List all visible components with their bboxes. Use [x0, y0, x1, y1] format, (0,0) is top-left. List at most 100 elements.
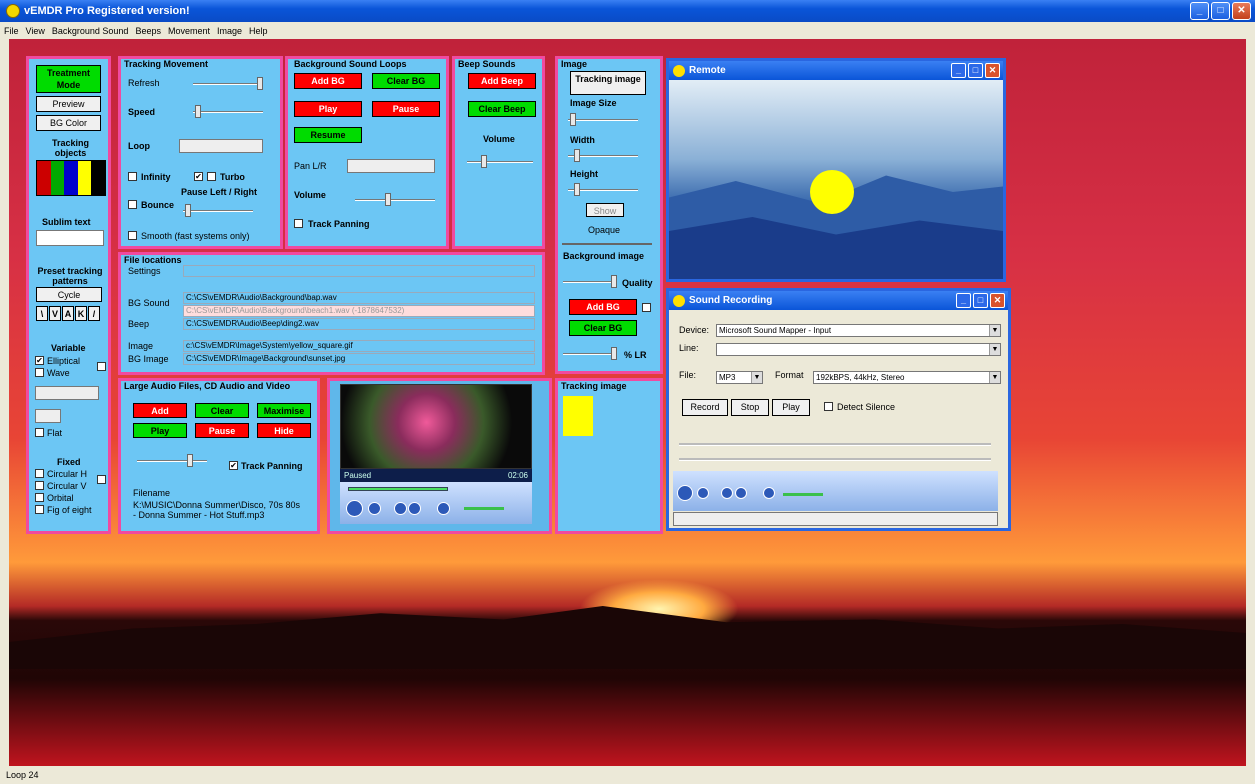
large-play-button[interactable]: Play — [133, 423, 187, 438]
menu-beeps[interactable]: Beeps — [135, 26, 161, 36]
bounce-checkbox[interactable] — [128, 200, 137, 209]
quality-slider[interactable] — [563, 275, 617, 288]
menu-background-sound[interactable]: Background Sound — [52, 26, 129, 36]
bg-image-checkbox[interactable] — [642, 303, 651, 312]
bg-sound-path-1[interactable]: C:\CS\vEMDR\Audio\Background\bap.wav — [183, 292, 535, 304]
remote-close-button[interactable]: ✕ — [985, 63, 1000, 78]
recording-prev-button[interactable] — [721, 487, 733, 499]
sound-minimize-button[interactable]: _ — [956, 293, 971, 308]
flat-scrollbar[interactable] — [35, 409, 61, 423]
pattern-button-v[interactable]: V — [49, 306, 61, 321]
recording-hscrollbar[interactable] — [673, 512, 998, 526]
menu-image[interactable]: Image — [217, 26, 242, 36]
pause-lr-slider[interactable] — [183, 204, 253, 217]
player-mute-button[interactable] — [437, 502, 450, 515]
sound-close-button[interactable]: ✕ — [990, 293, 1005, 308]
menu-movement[interactable]: Movement — [168, 26, 210, 36]
right-scrollbar[interactable] — [1246, 39, 1255, 766]
preview-button[interactable]: Preview — [36, 96, 101, 112]
pattern-button-slash[interactable]: / — [88, 306, 100, 321]
play-recording-button[interactable]: Play — [772, 399, 810, 416]
pan-lr-scrollbar[interactable] — [347, 159, 435, 173]
speed-slider[interactable] — [193, 105, 263, 118]
line-select[interactable]: ▼ — [716, 343, 1001, 356]
fixed-extra-checkbox[interactable] — [97, 475, 106, 484]
loop-scrollbar[interactable] — [179, 139, 263, 153]
large-clear-button[interactable]: Clear — [195, 403, 249, 418]
large-track-panning-checkbox[interactable]: ✔ — [229, 461, 238, 470]
turbo-checkbox-2[interactable] — [207, 172, 216, 181]
add-bg-image-button[interactable]: Add BG — [569, 299, 637, 315]
player-stop-button[interactable] — [368, 502, 381, 515]
device-select[interactable]: Microsoft Sound Mapper - Input ▼ — [716, 324, 1001, 337]
smooth-checkbox[interactable] — [128, 231, 137, 240]
recording-play-button[interactable] — [677, 485, 693, 501]
tracking-objects-grid[interactable] — [36, 160, 106, 196]
minimize-button[interactable]: _ — [1190, 2, 1209, 20]
recording-mute-button[interactable] — [763, 487, 775, 499]
recording-next-button[interactable] — [735, 487, 747, 499]
player-prev-button[interactable] — [394, 502, 407, 515]
lr-slider[interactable] — [563, 347, 617, 360]
player-volume-slider[interactable] — [464, 507, 504, 510]
image-size-slider[interactable] — [568, 113, 638, 126]
maximize-button[interactable]: □ — [1211, 2, 1230, 20]
menu-view[interactable]: View — [26, 26, 45, 36]
clear-bg-sound-button[interactable]: Clear BG — [372, 73, 440, 89]
menu-help[interactable]: Help — [249, 26, 268, 36]
elliptical-checkbox[interactable]: ✔ — [35, 356, 44, 365]
bg-color-button[interactable]: BG Color — [36, 115, 101, 131]
large-add-button[interactable]: Add — [133, 403, 187, 418]
left-scrollbar[interactable] — [0, 39, 9, 766]
orbital-checkbox[interactable] — [35, 493, 44, 502]
add-beep-button[interactable]: Add Beep — [468, 73, 536, 89]
height-slider[interactable] — [568, 183, 638, 196]
maximise-button[interactable]: Maximise — [257, 403, 311, 418]
show-button[interactable]: Show — [586, 203, 624, 217]
remote-minimize-button[interactable]: _ — [951, 63, 966, 78]
circular-v-checkbox[interactable] — [35, 481, 44, 490]
pattern-button-backslash[interactable]: \ — [36, 306, 48, 321]
player-seek-bar[interactable] — [348, 487, 448, 491]
detect-silence-checkbox[interactable] — [824, 402, 833, 411]
sublim-text-input[interactable] — [36, 230, 104, 246]
hide-button[interactable]: Hide — [257, 423, 311, 438]
wave-checkbox[interactable] — [35, 368, 44, 377]
bg-image-path[interactable]: C:\CS\vEMDR\Image\Background\sunset.jpg — [183, 353, 535, 365]
fig-of-eight-checkbox[interactable] — [35, 505, 44, 514]
width-slider[interactable] — [568, 149, 638, 162]
file-type-select[interactable]: MP3 ▼ — [716, 371, 763, 384]
player-play-button[interactable] — [346, 500, 363, 517]
infinity-checkbox[interactable] — [128, 172, 137, 181]
variable-scrollbar[interactable] — [35, 386, 99, 400]
variable-extra-checkbox[interactable] — [97, 362, 106, 371]
pattern-button-a[interactable]: A — [62, 306, 74, 321]
large-pause-button[interactable]: Pause — [195, 423, 249, 438]
clear-beep-button[interactable]: Clear Beep — [468, 101, 536, 117]
close-button[interactable]: ✕ — [1232, 2, 1251, 20]
large-volume-slider[interactable] — [137, 454, 207, 467]
settings-path[interactable] — [183, 265, 535, 277]
record-button[interactable]: Record — [682, 399, 728, 416]
format-select[interactable]: 192kBPS, 44kHz, Stereo ▼ — [813, 371, 1001, 384]
beep-path[interactable]: C:\CS\vEMDR\Audio\Beep\ding2.wav — [183, 318, 535, 330]
add-bg-sound-button[interactable]: Add BG — [294, 73, 362, 89]
stop-button[interactable]: Stop — [731, 399, 769, 416]
cycle-button[interactable]: Cycle — [36, 287, 102, 302]
player-next-button[interactable] — [408, 502, 421, 515]
clear-bg-image-button[interactable]: Clear BG — [569, 320, 637, 336]
treatment-mode-button[interactable]: Treatment Mode — [36, 65, 101, 93]
tracking-image-button[interactable]: Tracking image — [570, 71, 646, 95]
pause-bg-sound-button[interactable]: Pause — [372, 101, 440, 117]
refresh-slider[interactable] — [193, 77, 263, 90]
beep-volume-slider[interactable] — [467, 155, 533, 168]
menu-file[interactable]: File — [4, 26, 19, 36]
sound-maximize-button[interactable]: □ — [973, 293, 988, 308]
circular-h-checkbox[interactable] — [35, 469, 44, 478]
bg-track-panning-checkbox[interactable] — [294, 219, 303, 228]
bg-sound-path-2[interactable]: C:\CS\vEMDR\Audio\Background\beach1.wav … — [183, 305, 535, 317]
bg-volume-slider[interactable] — [355, 193, 435, 206]
recording-volume-slider[interactable] — [783, 493, 823, 496]
resume-bg-sound-button[interactable]: Resume — [294, 127, 362, 143]
flat-checkbox[interactable] — [35, 428, 44, 437]
